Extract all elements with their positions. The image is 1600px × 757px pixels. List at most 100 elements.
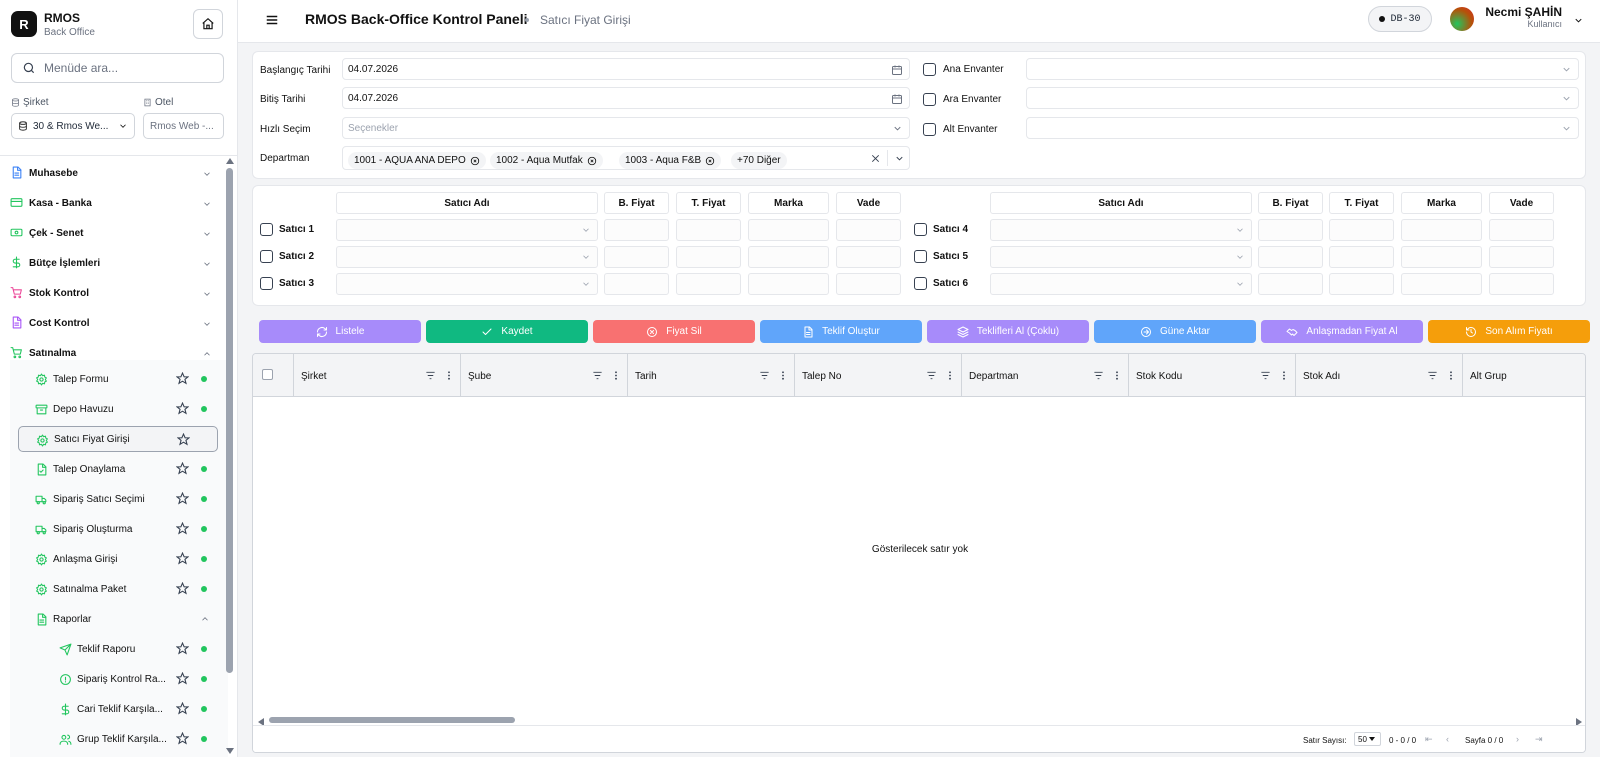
- vendor-checkbox[interactable]: [260, 223, 273, 236]
- vendor-checkbox[interactable]: [914, 223, 927, 236]
- chevron-down-icon[interactable]: [894, 153, 905, 164]
- vendor-field-input[interactable]: [676, 246, 741, 268]
- submenu-item[interactable]: Talep Formu: [18, 366, 218, 392]
- user-name[interactable]: Necmi ŞAHİN: [1484, 5, 1562, 19]
- vendor-field-input[interactable]: [1401, 246, 1482, 268]
- close-circle-icon[interactable]: [470, 156, 480, 166]
- prev-page-icon[interactable]: ‹: [1446, 734, 1449, 744]
- vendor-name-select[interactable]: [990, 219, 1252, 241]
- sidebar-item--ek-senet[interactable]: Çek - Senet: [0, 218, 228, 248]
- vendor-field-input[interactable]: [748, 273, 829, 295]
- page-size-select[interactable]: 50: [1354, 732, 1381, 746]
- vendor-name-select[interactable]: [336, 273, 598, 295]
- star-icon[interactable]: [177, 433, 190, 446]
- action-button-handshake[interactable]: Anlaşmadan Fiyat Al: [1261, 320, 1423, 343]
- vendor-field-input[interactable]: [748, 219, 829, 241]
- db-badge[interactable]: DB-30: [1368, 6, 1432, 32]
- department-tag[interactable]: 1002 - Aqua Mutfak: [490, 152, 603, 169]
- inventory-sub-select[interactable]: [1026, 117, 1579, 139]
- grid-column-header[interactable]: Stok Kodu: [1129, 354, 1296, 397]
- action-button-layers[interactable]: Teklifleri Al (Çoklu): [927, 320, 1089, 343]
- report-item[interactable]: Grup Teklif Karşıla...: [42, 726, 218, 752]
- department-tag[interactable]: 1001 - AQUA ANA DEPO: [348, 152, 486, 169]
- vendor-field-input[interactable]: [836, 246, 901, 268]
- star-icon[interactable]: [176, 732, 189, 745]
- star-icon[interactable]: [176, 462, 189, 475]
- submenu-item[interactable]: Sipariş Satıcı Seçimi: [18, 486, 218, 512]
- vendor-field-input[interactable]: [1329, 246, 1394, 268]
- inventory-main-checkbox[interactable]: [923, 63, 936, 76]
- last-page-icon[interactable]: ⇥: [1535, 734, 1543, 745]
- vendor-field-input[interactable]: [836, 219, 901, 241]
- more-vertical-icon[interactable]: [945, 370, 955, 381]
- action-button-document[interactable]: Teklif Oluştur: [760, 320, 922, 343]
- vendor-field-input[interactable]: [1258, 246, 1323, 268]
- vendor-field-input[interactable]: [1489, 246, 1554, 268]
- star-icon[interactable]: [176, 372, 189, 385]
- vendor-field-input[interactable]: [1329, 219, 1394, 241]
- report-item[interactable]: Teklif Raporu: [42, 636, 218, 662]
- chevron-down-icon[interactable]: [1573, 15, 1584, 26]
- department-more-tag[interactable]: +70 Diğer: [731, 152, 787, 169]
- sidebar-item-b-t-e-i-lemleri[interactable]: Bütçe İşlemleri: [0, 248, 228, 278]
- vendor-checkbox[interactable]: [260, 277, 273, 290]
- star-icon[interactable]: [176, 522, 189, 535]
- grid-column-header[interactable]: Alt Grup: [1463, 354, 1585, 397]
- report-item[interactable]: Sipariş Kontrol Ra...: [42, 666, 218, 692]
- scroll-down-icon[interactable]: [226, 748, 234, 754]
- horizontal-scrollbar[interactable]: [269, 717, 515, 723]
- company-select[interactable]: 30 & Rmos We...: [11, 113, 135, 139]
- start-date-input[interactable]: 04.07.2026: [342, 58, 910, 80]
- department-multiselect[interactable]: 1001 - AQUA ANA DEPO 1002 - Aqua Mutfak …: [342, 146, 910, 170]
- grid-column-header[interactable]: Talep No: [795, 354, 962, 397]
- more-vertical-icon[interactable]: [1446, 370, 1456, 381]
- more-vertical-icon[interactable]: [1279, 370, 1289, 381]
- inventory-mid-checkbox[interactable]: [923, 93, 936, 106]
- filter-icon[interactable]: [926, 370, 937, 381]
- vendor-field-input[interactable]: [604, 219, 669, 241]
- filter-icon[interactable]: [1093, 370, 1104, 381]
- quick-select[interactable]: Seçenekler: [342, 117, 910, 139]
- next-page-icon[interactable]: ›: [1516, 734, 1519, 744]
- select-all-checkbox[interactable]: [262, 369, 273, 380]
- submenu-item[interactable]: Anlaşma Girişi: [18, 546, 218, 572]
- vendor-checkbox[interactable]: [260, 250, 273, 263]
- filter-icon[interactable]: [759, 370, 770, 381]
- action-button-refresh[interactable]: Listele: [259, 320, 421, 343]
- filter-icon[interactable]: [1260, 370, 1271, 381]
- close-circle-icon[interactable]: [587, 156, 597, 166]
- more-vertical-icon[interactable]: [611, 370, 621, 381]
- end-date-input[interactable]: 04.07.2026: [342, 87, 910, 109]
- star-icon[interactable]: [176, 552, 189, 565]
- vendor-field-input[interactable]: [676, 273, 741, 295]
- grid-column-header[interactable]: Departman: [962, 354, 1129, 397]
- vendor-field-input[interactable]: [604, 273, 669, 295]
- action-button-history[interactable]: Son Alım Fiyatı: [1428, 320, 1590, 343]
- menu-search-input[interactable]: [44, 61, 214, 75]
- more-vertical-icon[interactable]: [444, 370, 454, 381]
- vendor-field-input[interactable]: [1401, 273, 1482, 295]
- vendor-checkbox[interactable]: [914, 250, 927, 263]
- star-icon[interactable]: [176, 642, 189, 655]
- submenu-item[interactable]: Satınalma Paket: [18, 576, 218, 602]
- hotel-select[interactable]: Rmos Web -...: [143, 113, 224, 139]
- department-tag[interactable]: 1003 - Aqua F&B: [619, 152, 722, 169]
- star-icon[interactable]: [176, 402, 189, 415]
- submenu-item[interactable]: Depo Havuzu: [18, 396, 218, 422]
- submenu-item[interactable]: Talep Onaylama: [18, 456, 218, 482]
- vendor-field-input[interactable]: [748, 246, 829, 268]
- submenu-item[interactable]: Sipariş Oluşturma: [18, 516, 218, 542]
- inventory-sub-checkbox[interactable]: [923, 123, 936, 136]
- menu-toggle-icon[interactable]: [265, 13, 279, 27]
- filter-icon[interactable]: [1427, 370, 1438, 381]
- calendar-icon[interactable]: [891, 93, 903, 105]
- calendar-icon[interactable]: [891, 64, 903, 76]
- grid-column-header[interactable]: Tarih: [628, 354, 795, 397]
- clear-icon[interactable]: [870, 153, 881, 164]
- more-vertical-icon[interactable]: [1112, 370, 1122, 381]
- vendor-name-select[interactable]: [990, 273, 1252, 295]
- star-icon[interactable]: [176, 582, 189, 595]
- sidebar-item-cost-kontrol[interactable]: Cost Kontrol: [0, 308, 228, 338]
- vendor-field-input[interactable]: [1489, 219, 1554, 241]
- star-icon[interactable]: [176, 702, 189, 715]
